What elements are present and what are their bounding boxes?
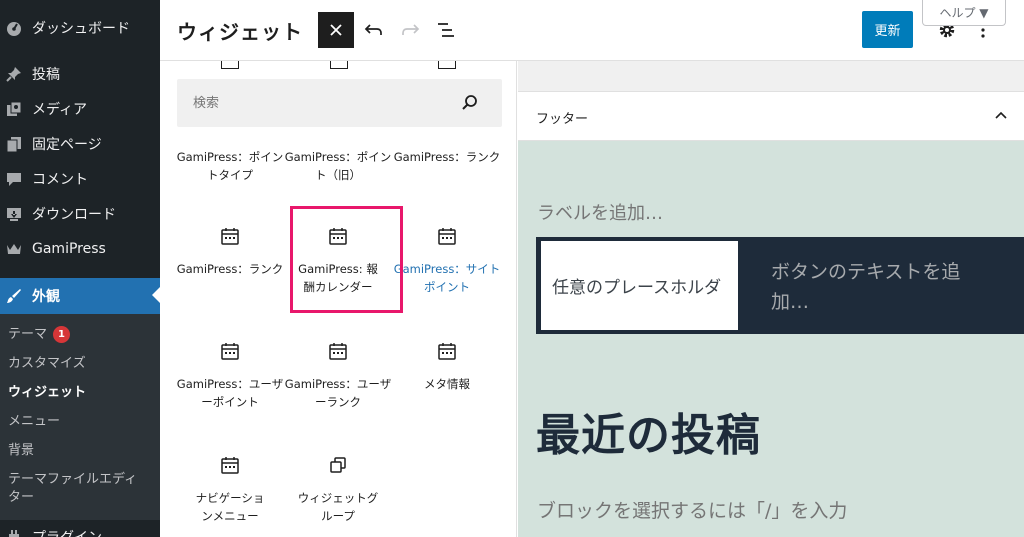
menu-item-dashboard[interactable]: ダッシュボード [0,11,160,45]
widget-area-title: フッター [536,112,589,127]
menu-item-label: 投稿 [32,67,60,83]
update-count-badge: 1 [53,326,71,343]
pin-icon [6,66,22,82]
plugin-icon [6,529,22,537]
menu-item-posts[interactable]: 投稿 [0,57,160,91]
block-item-gamipress-user-points[interactable]: GamiPress：ユーザーポイント [176,321,284,426]
menu-item-pages[interactable]: 固定ページ [0,127,160,161]
menu-item-label: プラグイン [32,527,102,537]
submenu-item-label: テーマ [8,327,48,342]
redo-button[interactable] [392,12,428,48]
undo-button[interactable] [356,12,392,48]
undo-icon [364,24,382,35]
recent-posts-heading[interactable]: 最近の投稿 [536,399,761,463]
submenu-item-theme-editor[interactable]: テーマファイルエディター [8,471,148,507]
block-item-gamipress-site-points[interactable]: GamiPress：サイトポイント [393,206,501,311]
block-item-label: GamiPress：ユーザーポイント [176,377,284,409]
pages-icon [6,136,22,152]
menu-item-plugins[interactable]: プラグイン [0,520,160,537]
menu-item-media[interactable]: メディア [0,92,160,126]
block-item-label: ナビゲーションメニュー [195,491,265,523]
search-icon [462,95,477,110]
update-button[interactable]: 更新 [862,11,913,48]
close-icon [330,24,342,36]
calendar-icon [435,224,459,248]
close-inserter-button[interactable] [318,12,354,48]
calendar-icon [438,61,456,69]
menu-item-label: コメント [32,172,88,188]
redo-icon [402,24,420,35]
search-block-input[interactable]: 任意のプレースホルダ [541,241,738,330]
block-item-label: GamiPress：サイトポイント [393,262,501,294]
calendar-icon [435,339,459,363]
widget-area-content: ラベルを追加… 任意のプレースホルダ ボタンのテキストを追加… 最近の投稿 ブロ… [518,141,1024,537]
appearance-submenu: テーマ 1 カスタマイズ ウィジェット メニュー 背景 テーマファイルエディター [0,314,160,520]
comment-icon [6,171,22,187]
block-item-meta[interactable]: メタ情報 [393,321,501,426]
menu-item-label: ダウンロード [32,207,116,223]
block-item-label: GamiPress：ポイントタイプ [176,150,284,182]
editor-header: ウィジェット 更新 ヘルプ ▼ [160,0,1024,61]
block-item-widget-group[interactable]: ウィジェットグループ [284,435,392,537]
block-item-gamipress-user-rank[interactable]: GamiPress：ユーザーランク [284,321,392,426]
calendar-icon [326,339,350,363]
menu-item-label: GamiPress [32,241,106,257]
submenu-item-background[interactable]: 背景 [8,442,158,460]
highlight-annotation [290,206,403,313]
calendar-icon [218,339,242,363]
block-item-gamipress-rank[interactable]: GamiPress：ランク [176,206,284,311]
list-view-button[interactable] [428,12,464,48]
menu-item-label: 外観 [32,289,60,305]
block-item-label: メタ情報 [424,377,470,391]
menu-item-gamipress[interactable]: GamiPress [0,232,160,266]
search-block-label[interactable]: ラベルを追加… [537,199,663,225]
media-icon [6,101,22,117]
admin-sidebar: ダッシュボード 投稿 メディア 固定ページ コメント ダウンロード GamiPr… [0,0,160,537]
block-appender-prompt[interactable]: ブロックを選択するには「/」を入力 [537,496,847,523]
widget-group-icon [326,453,350,477]
list-view-icon [438,23,454,37]
block-item-navigation-menu[interactable]: ナビゲーションメニュー [176,435,284,537]
search-input[interactable] [177,79,457,127]
inserter-search [177,79,502,127]
block-item-label: ウィジェットグループ [297,491,379,523]
help-tab[interactable]: ヘルプ ▼ [922,0,1006,26]
search-block[interactable]: 任意のプレースホルダ ボタンのテキストを追加… [536,237,1024,334]
calendar-icon [218,453,242,477]
search-block-button[interactable]: ボタンのテキストを追加… [771,257,991,317]
calendar-icon [330,61,348,69]
block-item-label: GamiPress：ユーザーランク [284,377,392,409]
brush-icon [6,288,22,304]
submenu-item-widgets[interactable]: ウィジェット [8,384,158,402]
menu-item-label: 固定ページ [32,137,102,153]
editor-canvas: フッター ラベルを追加… 任意のプレースホルダ ボタンのテキストを追加… 最近の… [518,61,1024,537]
menu-item-appearance[interactable]: 外観 [0,278,160,314]
block-item-label: GamiPress：ランク [393,150,501,164]
block-item-label: GamiPress：ポイント（旧） [284,150,392,182]
menu-item-label: メディア [32,102,88,118]
block-inserter-panel: GamiPress：ポイントタイプ GamiPress：ポイント（旧） Gami… [160,61,517,537]
submenu-item-menus[interactable]: メニュー [8,413,158,431]
crown-icon [6,241,22,257]
block-item-label: GamiPress：ランク [176,262,284,276]
download-icon [6,206,22,222]
page-title: ウィジェット [177,20,303,44]
menu-item-comments[interactable]: コメント [0,162,160,196]
submenu-item-customize[interactable]: カスタマイズ [8,355,158,373]
help-label: ヘルプ ▼ [939,6,989,20]
widget-area-header[interactable]: フッター [518,91,1024,141]
menu-item-label: ダッシュボード [32,21,130,37]
calendar-icon [218,224,242,248]
menu-item-downloads[interactable]: ダウンロード [0,197,160,231]
dashboard-icon [6,20,22,36]
submenu-item-themes[interactable]: テーマ 1 [8,326,158,344]
calendar-icon [221,61,239,69]
chevron-up-icon[interactable] [994,109,1008,123]
